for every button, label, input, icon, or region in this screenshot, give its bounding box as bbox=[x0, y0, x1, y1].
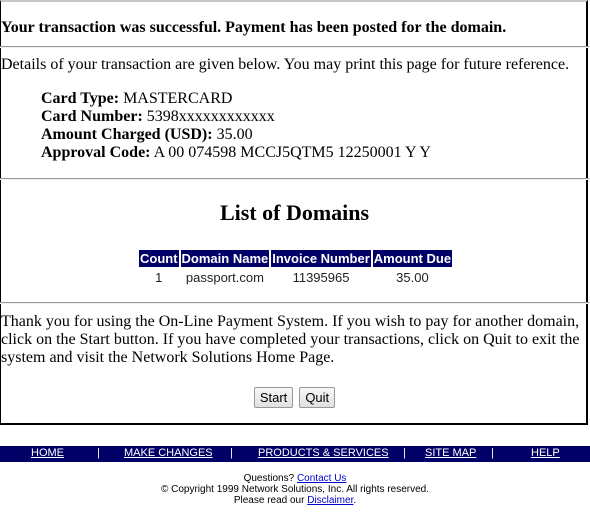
thanks-message: Thank you for using the On-Line Payment … bbox=[1, 313, 580, 366]
nav-help[interactable]: HELP bbox=[531, 447, 560, 459]
divider bbox=[0, 302, 589, 304]
card-type-row: Card Type: MASTERCARD bbox=[41, 90, 431, 108]
copyright: © Copyright 1999 Network Solutions, Inc.… bbox=[160, 484, 430, 495]
start-button[interactable]: Start bbox=[253, 387, 294, 408]
nav-separator: | bbox=[230, 447, 233, 459]
cell-domain-name: passport.com bbox=[185, 270, 264, 285]
transaction-details: Card Type: MASTERCARD Card Number: 5398x… bbox=[41, 90, 431, 162]
footer: Questions? Contact Us © Copyright 1999 N… bbox=[0, 473, 590, 506]
table-row: 1 passport.com 11395965 35.00 bbox=[139, 269, 452, 286]
nav-home[interactable]: HOME bbox=[31, 447, 64, 459]
nav-separator: | bbox=[97, 447, 100, 459]
divider bbox=[0, 46, 589, 48]
approval-value: A 00 074598 MCCJ5QTM5 12250001 Y Y bbox=[153, 144, 431, 161]
cell-count: 1 bbox=[155, 270, 163, 285]
card-type-value: MASTERCARD bbox=[123, 90, 233, 107]
amount-value: 35.00 bbox=[216, 126, 253, 143]
details-message: Details of your transaction are given be… bbox=[1, 56, 570, 73]
quit-button[interactable]: Quit bbox=[299, 387, 336, 408]
column-header-domain-name: Domain Name bbox=[180, 250, 270, 267]
nav-make-changes[interactable]: MAKE CHANGES bbox=[124, 447, 213, 459]
period: . bbox=[353, 495, 357, 506]
questions-line: Questions? Contact Us bbox=[0, 473, 590, 484]
amount-label: Amount Charged (USD): bbox=[41, 126, 213, 143]
disclaimer-link[interactable]: Disclaimer bbox=[307, 495, 353, 506]
nav-products-services[interactable]: PRODUCTS & SERVICES bbox=[258, 447, 389, 459]
divider bbox=[0, 178, 589, 180]
card-number-label: Card Number: bbox=[41, 108, 143, 125]
cell-invoice-number: 11395965 bbox=[292, 270, 350, 285]
nav-separator: | bbox=[403, 447, 406, 459]
cell-amount-due: 35.00 bbox=[396, 270, 429, 285]
contact-us-link[interactable]: Contact Us bbox=[297, 473, 346, 484]
amount-row: Amount Charged (USD): 35.00 bbox=[41, 126, 431, 144]
domains-table: Count Domain Name Invoice Number Amount … bbox=[137, 248, 454, 288]
read-text: Please read our bbox=[233, 495, 305, 506]
card-number-value: 5398xxxxxxxxxxxx bbox=[146, 108, 275, 125]
success-message: Your transaction was successful. Payment… bbox=[1, 19, 507, 36]
column-header-count: Count bbox=[139, 250, 179, 267]
list-title: List of Domains bbox=[219, 200, 370, 225]
column-header-invoice-number: Invoice Number bbox=[271, 250, 371, 267]
column-header-amount-due: Amount Due bbox=[372, 250, 453, 267]
disclaimer-line: Please read our Disclaimer. bbox=[0, 495, 590, 506]
approval-label: Approval Code: bbox=[41, 144, 151, 161]
footer-navbar: HOME | MAKE CHANGES | PRODUCTS & SERVICE… bbox=[0, 446, 590, 462]
card-type-label: Card Type: bbox=[41, 90, 120, 107]
nav-separator: | bbox=[491, 447, 494, 459]
questions-text: Questions? bbox=[243, 473, 295, 484]
approval-row: Approval Code: A 00 074598 MCCJ5QTM5 122… bbox=[41, 144, 431, 162]
action-buttons: Start Quit bbox=[0, 387, 589, 408]
nav-site-map[interactable]: SITE MAP bbox=[425, 447, 476, 459]
card-number-row: Card Number: 5398xxxxxxxxxxxx bbox=[41, 108, 431, 126]
